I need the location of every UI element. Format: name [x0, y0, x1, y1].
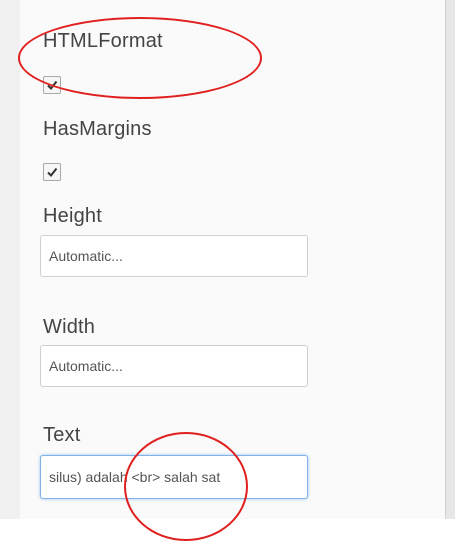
hasmargins-label: HasMargins: [43, 118, 152, 140]
height-field[interactable]: Automatic...: [40, 235, 308, 277]
checkmark-icon: [47, 167, 58, 178]
panel-scrollbar[interactable]: [445, 0, 455, 519]
htmlformat-label: HTMLFormat: [43, 30, 163, 52]
text-field[interactable]: silus) adalah <br> salah sat: [40, 455, 308, 499]
left-gutter: [0, 0, 21, 519]
checkmark-icon: [47, 80, 58, 91]
height-label: Height: [43, 205, 103, 227]
text-label: Text: [43, 424, 81, 446]
width-label: Width: [43, 316, 96, 338]
width-field[interactable]: Automatic...: [40, 345, 308, 387]
hasmargins-checkbox[interactable]: [43, 163, 61, 181]
htmlformat-checkbox[interactable]: [43, 76, 61, 94]
